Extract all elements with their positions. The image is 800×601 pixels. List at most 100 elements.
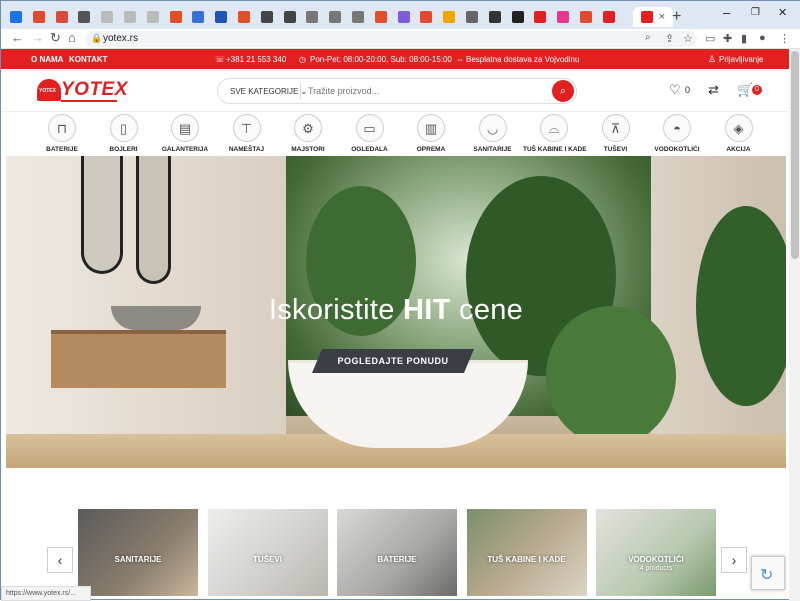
category-item[interactable]: ⌓ TUŠ KABINE I KADE [523,114,587,156]
browser-tab[interactable] [575,7,597,27]
zoom-icon[interactable]: ⌕ [645,32,651,43]
about-link[interactable]: O NAMA [31,55,63,64]
extensions-icon[interactable]: ✚ [723,32,732,45]
browser-tab[interactable] [415,7,437,27]
browser-tab[interactable] [461,7,483,27]
browser-tab[interactable] [28,7,50,27]
user-icon[interactable]: ♙ [708,54,716,65]
category-card[interactable]: SANITARIJE [78,509,198,596]
category-item[interactable]: ⊓ BATERIJE [31,114,93,156]
carousel-next-button[interactable]: › [721,547,747,573]
page-scrollbar[interactable] [789,49,800,601]
category-item[interactable]: ⊼ TUŠEVI [585,114,647,156]
browser-tab[interactable] [51,7,73,27]
status-bar: https://www.yotex.rs/... [1,586,91,601]
browser-tab[interactable] [279,7,301,27]
category-card-title: TUŠ KABINE I KADE [487,555,566,564]
browser-tab[interactable] [484,7,506,27]
tab-favicon-icon [306,11,319,23]
contact-link[interactable]: KONTAKT [69,55,108,64]
wishlist-heart-icon[interactable]: ♡ [669,82,681,98]
category-label: OPREMA [416,146,446,153]
category-card[interactable]: TUŠEVI [207,509,328,596]
category-item[interactable]: ▭ OGLEDALA [339,114,401,156]
cart-icon[interactable]: 🛒 [737,82,753,98]
browser-tab[interactable] [347,7,369,27]
browser-tab[interactable] [210,7,232,27]
scrollbar-thumb[interactable] [791,51,799,259]
carousel-prev-button[interactable]: ‹ [47,547,73,573]
tab-close-icon[interactable]: × [659,11,665,23]
category-select[interactable]: SVE KATEGORIJE ⌄ [230,87,307,96]
back-icon[interactable]: ← [11,30,24,45]
view-offer-button[interactable]: POGLEDAJTE PONUDU [312,349,474,373]
top-info-bar: O NAMA KONTAKT ☏ +381 21 553 340 ◷ Pon-P… [1,49,800,69]
browser-tab[interactable] [142,7,164,27]
browser-tab[interactable] [529,7,551,27]
browser-tab[interactable] [507,7,529,27]
mirror-icon: ▭ [355,114,384,142]
category-card[interactable]: BATERIJE [337,509,457,596]
minimize-button[interactable]: – [723,5,730,20]
bookmark-star-icon[interactable]: ☆ [683,32,693,45]
category-item[interactable]: ◡ SANITARIJE [462,114,524,156]
address-bar[interactable]: 🔒 yotex.rs ⌕ ⇪ ☆ [85,31,697,47]
browser-tab[interactable] [119,7,141,27]
browser-tab[interactable] [165,7,187,27]
wishlist-count: 0 [685,85,691,95]
cast-icon[interactable]: ▭ [705,32,715,45]
browser-tab[interactable] [598,7,620,27]
tab-favicon-icon [640,11,653,23]
browser-tab[interactable] [233,7,255,27]
login-link[interactable]: Prijavljivanje [719,55,763,64]
browser-tab[interactable] [256,7,278,27]
menu-icon[interactable]: ⋮ [779,32,790,45]
browser-tab[interactable] [187,7,209,27]
lock-icon[interactable]: 🔒 [91,33,102,44]
recaptcha-badge[interactable]: ↻ [751,556,785,590]
category-item[interactable]: ◈ AKCIJA [708,114,770,156]
compare-icon[interactable]: ⇄ [708,82,719,98]
browser-tab[interactable] [552,7,574,27]
forward-icon[interactable]: → [31,30,44,45]
browser-tab[interactable] [393,7,415,27]
new-tab-button[interactable]: + [672,8,681,26]
phone-number[interactable]: +381 21 553 340 [226,55,286,64]
close-window-button[interactable]: ✕ [778,6,787,19]
browser-tab[interactable] [438,7,460,27]
site-logo[interactable]: YOTEX YOTEX [37,77,127,103]
tab-favicon-icon [215,11,228,23]
browser-tab[interactable] [324,7,346,27]
home-icon[interactable]: ⌂ [68,30,76,45]
search-button[interactable]: ⌕ [552,80,574,102]
browser-tab[interactable] [5,7,27,27]
category-card[interactable]: VODOKOTLIĆI 4 products [596,509,716,596]
category-label: SANITARIJE [473,146,512,153]
category-item[interactable]: ▯ BOJLERI [93,114,155,156]
browser-tab[interactable] [301,7,323,27]
category-item[interactable]: ▥ OPREMA [400,114,462,156]
tab-favicon-icon [238,11,250,23]
search-input[interactable] [308,83,538,99]
category-item[interactable]: ⚙ MAJSTORI [277,114,339,156]
category-label: GALANTERIJA [161,146,209,153]
restore-button[interactable]: ❐ [751,7,760,18]
tab-favicon-icon [602,11,615,23]
browser-tab[interactable] [370,7,392,27]
category-item[interactable]: ▤ GALANTERIJA [154,114,216,156]
tab-favicon-icon [55,11,68,23]
category-label: MAJSTORI [291,146,325,153]
tab-favicon-icon [397,11,410,23]
browser-tab[interactable] [73,7,95,27]
category-label: OGLEDALA [351,146,388,153]
category-card[interactable]: TUŠ KABINE I KADE [466,509,587,596]
active-tab[interactable]: × [633,7,673,27]
category-item[interactable]: ◓ VODOKOTLIĆI [646,114,708,156]
sidepanel-icon[interactable]: ▮ [741,32,747,45]
category-label: AKCIJA [726,146,751,153]
reload-icon[interactable]: ↻ [50,30,61,46]
share-icon[interactable]: ⇪ [665,32,674,45]
profile-icon[interactable]: ● [759,32,766,44]
category-item[interactable]: ⊤ NAMEŠTAJ [216,114,278,156]
browser-tab[interactable] [96,7,118,27]
